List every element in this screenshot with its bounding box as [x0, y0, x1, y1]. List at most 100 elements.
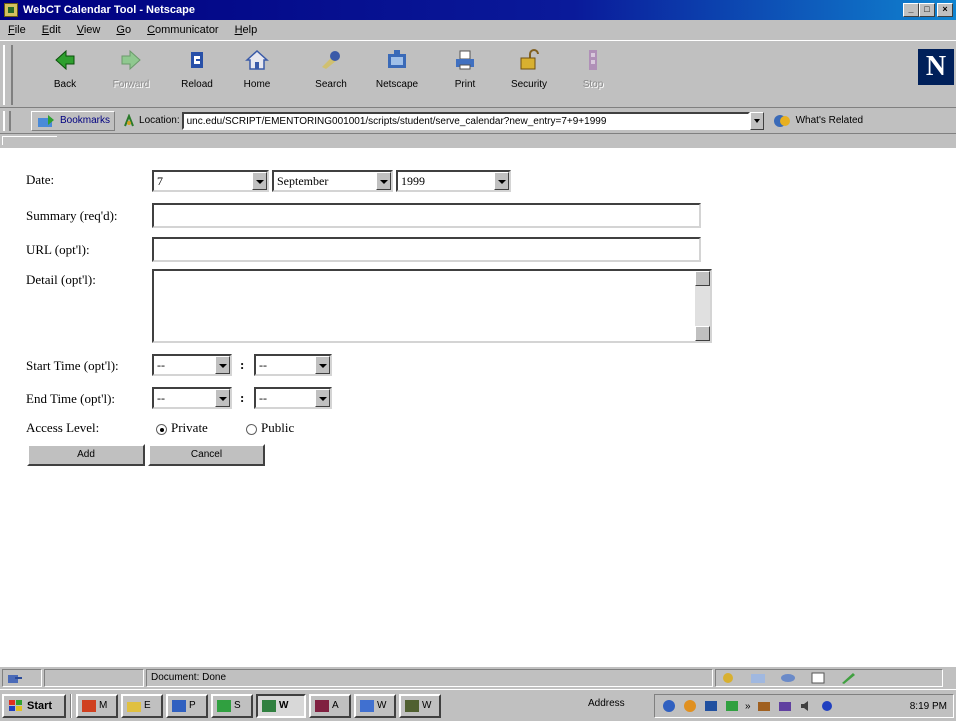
forward-button[interactable]: Forward: [104, 47, 158, 103]
task-button-s[interactable]: S: [211, 693, 253, 718]
mail-icon[interactable]: [750, 672, 766, 684]
window-title-bar[interactable]: WebCT Calendar Tool - Netscape _ □ ×: [0, 0, 956, 20]
bookmarks-label: Bookmarks: [60, 115, 111, 126]
whats-related-label: What's Related: [795, 115, 864, 126]
detail-textarea[interactable]: [152, 269, 712, 343]
location-label: Location:: [139, 115, 180, 126]
app-icon: [172, 699, 186, 712]
navigator-icon[interactable]: [720, 672, 736, 684]
search-icon: [318, 47, 344, 73]
quick-launch-icon[interactable]: [661, 699, 677, 713]
task-button-w-active[interactable]: W: [256, 693, 306, 718]
close-button[interactable]: ×: [937, 3, 953, 17]
date-label: Date:: [26, 172, 55, 187]
collapsed-toolbar-tab[interactable]: [2, 136, 57, 145]
task-button-w3[interactable]: W: [399, 693, 441, 718]
menu-communicator[interactable]: Communicator: [145, 24, 221, 36]
tray-icon[interactable]: [777, 699, 793, 713]
detail-scrollbar[interactable]: [695, 271, 710, 341]
task-button-a[interactable]: A: [309, 693, 351, 718]
date-month-select[interactable]: September: [272, 170, 393, 192]
security-button[interactable]: Security: [502, 47, 556, 103]
start-button[interactable]: Start: [2, 693, 66, 718]
task-button-m[interactable]: M: [76, 693, 118, 718]
date-day-select[interactable]: 7: [152, 170, 269, 192]
date-month-value: September: [277, 174, 329, 188]
tray-icon[interactable]: [756, 699, 772, 713]
whats-related-button[interactable]: What's Related: [772, 113, 864, 129]
chevron-down-icon: [215, 356, 230, 374]
start-time-label: Start Time (opt'l):: [26, 358, 119, 373]
scroll-down-button[interactable]: [695, 326, 710, 341]
search-button[interactable]: Search: [304, 47, 358, 103]
minimize-button[interactable]: _: [903, 3, 919, 17]
location-toolbar-grip[interactable]: [3, 110, 11, 131]
navigation-toolbar: Back Forward Reload Home Search Netscape: [0, 40, 956, 108]
location-history-dropdown[interactable]: [749, 111, 764, 130]
composer-icon[interactable]: [810, 672, 826, 684]
app-icon: [82, 699, 96, 712]
task-label: P: [189, 700, 196, 711]
page-content: Date: 7 September 1999 Summary (req'd): …: [0, 148, 956, 666]
printer-icon: [452, 47, 478, 73]
bookmarks-icon: [38, 114, 54, 127]
chevron-down-icon: [252, 172, 267, 190]
access-private-option[interactable]: Private: [156, 420, 208, 436]
end-minute-select[interactable]: --: [254, 387, 332, 409]
menu-bar: File Edit View Go Communicator Help: [0, 20, 956, 40]
location-url-field[interactable]: unc.edu/SCRIPT/EMENTORING001001/scripts/…: [181, 111, 750, 130]
quick-launch-icon[interactable]: [724, 699, 740, 713]
reload-button[interactable]: Reload: [170, 47, 224, 103]
end-hour-select[interactable]: --: [152, 387, 232, 409]
netscape-button[interactable]: Netscape: [370, 47, 424, 103]
quick-launch-icon[interactable]: [703, 699, 719, 713]
speaker-icon[interactable]: [798, 699, 814, 713]
public-radio[interactable]: [246, 423, 257, 435]
netscape-icon: [384, 47, 410, 73]
access-level-label: Access Level:: [26, 420, 100, 435]
chevron-down-icon: [315, 389, 330, 407]
menu-go[interactable]: Go: [114, 24, 133, 36]
public-radio-label: Public: [261, 420, 295, 435]
home-button[interactable]: Home: [230, 47, 284, 103]
app-icon: [405, 699, 419, 712]
bookmarks-button[interactable]: Bookmarks: [31, 110, 116, 131]
access-public-option[interactable]: Public: [246, 420, 294, 436]
url-input[interactable]: [152, 237, 701, 262]
start-hour-select[interactable]: --: [152, 354, 232, 376]
discussion-icon[interactable]: [780, 672, 796, 684]
netscape-logo[interactable]: N: [918, 49, 954, 85]
date-day-value: 7: [157, 174, 163, 188]
quick-launch-icon[interactable]: [682, 699, 698, 713]
toolbar-grip[interactable]: [3, 45, 13, 105]
task-button-e[interactable]: E: [121, 693, 163, 718]
private-radio[interactable]: [156, 423, 167, 435]
scroll-up-button[interactable]: [695, 271, 710, 286]
security-status-cell[interactable]: [2, 668, 42, 687]
address-toolbar-label[interactable]: Address: [588, 698, 625, 709]
security-status-icon: [8, 674, 22, 683]
end-time-label: End Time (opt'l):: [26, 391, 116, 406]
menu-edit[interactable]: Edit: [40, 24, 63, 36]
print-button[interactable]: Print: [438, 47, 492, 103]
back-button[interactable]: Back: [38, 47, 92, 103]
date-year-select[interactable]: 1999: [396, 170, 511, 192]
edit-pen-icon[interactable]: [840, 672, 856, 684]
stop-icon: [580, 47, 606, 73]
summary-input[interactable]: [152, 203, 701, 228]
network-icon[interactable]: [819, 699, 835, 713]
menu-help[interactable]: Help: [233, 24, 260, 36]
end-hour-value: --: [157, 391, 165, 405]
maximize-button[interactable]: □: [919, 3, 935, 17]
task-button-p[interactable]: P: [166, 693, 208, 718]
add-button[interactable]: Add: [27, 444, 145, 466]
menu-view[interactable]: View: [75, 24, 103, 36]
task-button-w2[interactable]: W: [354, 693, 396, 718]
stop-button[interactable]: Stop: [566, 47, 620, 103]
detail-label: Detail (opt'l):: [26, 272, 96, 287]
page-proxy-icon[interactable]: [123, 113, 135, 128]
quick-launch-chevron[interactable]: »: [745, 701, 751, 712]
start-minute-select[interactable]: --: [254, 354, 332, 376]
cancel-button[interactable]: Cancel: [148, 444, 265, 466]
menu-file[interactable]: File: [6, 24, 28, 36]
